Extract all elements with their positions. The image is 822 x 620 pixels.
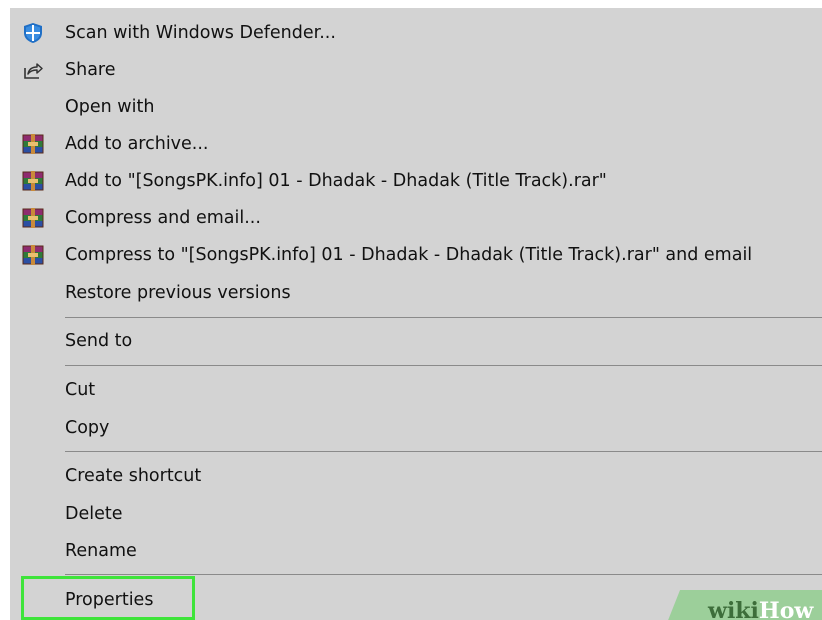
menu-item-open-with[interactable]: Open with (10, 90, 822, 124)
menu-item-label: Open with (65, 97, 155, 117)
menu-item-compress-to-rar-and-email[interactable]: Compress to "[SongsPK.info] 01 - Dhadak … (10, 238, 822, 272)
wikihow-watermark: wikiHow (665, 590, 822, 620)
winrar-archive-icon (22, 171, 44, 191)
watermark-how: How (758, 598, 814, 620)
menu-item-label: Create shortcut (65, 466, 202, 486)
menu-item-add-to-archive[interactable]: Add to archive... (10, 127, 822, 161)
properties-highlight-box (21, 576, 195, 620)
menu-item-label: Restore previous versions (65, 283, 291, 303)
menu-item-label: Send to (65, 331, 133, 351)
menu-item-send-to[interactable]: Send to (10, 324, 822, 358)
menu-item-label: Delete (65, 504, 123, 524)
menu-item-label: Compress and email... (65, 208, 261, 228)
windows-defender-shield-icon (24, 23, 42, 43)
menu-item-restore-previous-versions[interactable]: Restore previous versions (10, 276, 822, 310)
menu-separator (65, 451, 822, 452)
menu-item-label: Cut (65, 380, 96, 400)
menu-item-label: Copy (65, 418, 110, 438)
menu-separator (65, 317, 822, 318)
menu-item-label: Scan with Windows Defender... (65, 23, 336, 43)
menu-item-label: Add to archive... (65, 134, 209, 154)
menu-item-add-to-rar[interactable]: Add to "[SongsPK.info] 01 - Dhadak - Dha… (10, 164, 822, 198)
watermark-wiki: wiki (708, 598, 759, 620)
menu-item-copy[interactable]: Copy (10, 411, 822, 445)
context-menu: Scan with Windows Defender... Share Open… (10, 8, 822, 620)
menu-item-create-shortcut[interactable]: Create shortcut (10, 459, 822, 493)
menu-item-rename[interactable]: Rename (10, 534, 822, 568)
menu-item-delete[interactable]: Delete (10, 497, 822, 531)
menu-item-scan-windows-defender[interactable]: Scan with Windows Defender... (10, 16, 822, 50)
winrar-archive-icon (22, 134, 44, 154)
menu-item-label: Add to "[SongsPK.info] 01 - Dhadak - Dha… (65, 171, 607, 191)
winrar-archive-icon (22, 245, 44, 265)
menu-separator (65, 365, 822, 366)
menu-separator (65, 574, 822, 575)
menu-item-label: Rename (65, 541, 137, 561)
menu-item-label: Share (65, 60, 116, 80)
menu-item-cut[interactable]: Cut (10, 373, 822, 407)
menu-item-compress-and-email[interactable]: Compress and email... (10, 201, 822, 235)
share-icon (24, 63, 43, 79)
menu-item-share[interactable]: Share (10, 53, 822, 87)
winrar-archive-icon (22, 208, 44, 228)
menu-item-label: Compress to "[SongsPK.info] 01 - Dhadak … (65, 245, 753, 265)
watermark-text: wikiHow (708, 598, 813, 620)
